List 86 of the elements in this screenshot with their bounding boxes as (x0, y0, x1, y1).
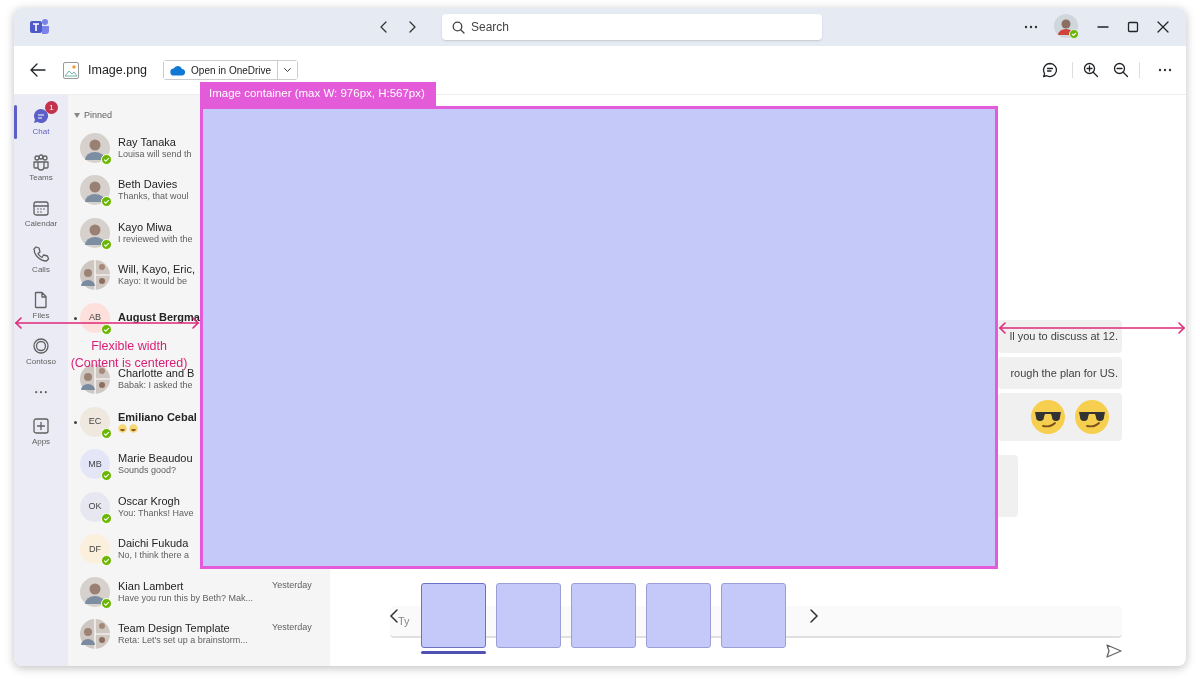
caret-icon[interactable] (74, 113, 80, 119)
zoom-in-icon[interactable] (1083, 62, 1099, 78)
sunglasses-face-icon (1030, 399, 1066, 435)
message-preview: Thanks, that woul (118, 191, 190, 203)
avatar (80, 260, 110, 291)
thumbnail[interactable] (721, 583, 786, 648)
laughing-face-icon (118, 423, 127, 433)
avatar (80, 576, 110, 607)
avatar (80, 175, 110, 206)
message-time: Yesterday (272, 621, 312, 634)
search-field[interactable]: Search (442, 14, 822, 40)
more-icon (35, 390, 47, 394)
maximize-icon[interactable] (1126, 20, 1140, 34)
contact-name: Beth Davies (118, 178, 179, 192)
thumbnail[interactable] (571, 583, 636, 648)
avatar: EC (80, 406, 110, 437)
rail-item[interactable]: Calls (14, 237, 68, 283)
rail-item[interactable]: Chat 1 (14, 99, 68, 145)
close-icon[interactable] (1156, 20, 1170, 34)
chat-icon (32, 106, 50, 125)
message-bubble: rough the plan for US. (998, 356, 1122, 389)
message-preview: Have you run this by Beth? Mak... (118, 592, 255, 604)
laughing-face-icon (129, 423, 138, 433)
file-icon (32, 290, 50, 309)
selection-underline (421, 651, 486, 654)
avatar (80, 132, 110, 163)
rail-item[interactable]: Contoso (14, 329, 68, 375)
rail-item[interactable]: Files (14, 283, 68, 329)
phone-icon (32, 244, 50, 263)
chevron-right-icon (809, 607, 819, 624)
rail-item[interactable]: Teams (14, 145, 68, 191)
message-preview: Reta: Let's set up a brainstorm... (118, 635, 249, 647)
avatar[interactable] (1054, 14, 1080, 40)
contact-name: Emiliano Cebal (118, 410, 198, 424)
message-preview: Babak: I asked the (118, 380, 194, 392)
people-icon (32, 152, 50, 171)
contact-name: Kian Lambert (118, 579, 185, 593)
contact-name: Daichi Fukuda (118, 537, 190, 551)
search-placeholder: Search (471, 19, 510, 36)
back-arrow-icon[interactable] (30, 63, 46, 77)
contact-name: Will, Kayo, Eric, (118, 263, 196, 277)
rail-item[interactable]: Apps (14, 409, 68, 455)
double-arrow-icon (998, 322, 1186, 334)
message-preview: No, I think there a (118, 550, 191, 562)
section-header: Pinned (84, 109, 113, 122)
annotation-text: Flexible width (91, 338, 167, 355)
avatar: MB (80, 449, 110, 480)
message-time: Yesterday (272, 578, 312, 592)
search-icon (452, 20, 465, 34)
unread-badge: 1 (45, 101, 58, 114)
message-preview: Kayo: It would be (118, 276, 189, 288)
avatar: DF (80, 534, 110, 565)
chevron-left-icon (389, 607, 399, 624)
message-preview: I reviewed with the (118, 233, 194, 245)
ring-icon (32, 336, 50, 355)
message-preview: Louisa will send th (118, 148, 193, 160)
message-preview: You: Thanks! Have (118, 507, 195, 519)
send-icon[interactable] (1106, 644, 1122, 658)
calendar-icon (32, 198, 50, 217)
message-bubble: ll you to discuss at 12. (998, 320, 1122, 353)
image-file-icon (63, 61, 79, 79)
avatar (80, 619, 110, 650)
cloud-icon (170, 64, 187, 76)
contact-name: August Bergma (118, 311, 201, 325)
avatar: AB (80, 302, 110, 333)
annotation-text: (Content is centered) (70, 355, 188, 370)
thumbnail[interactable] (496, 583, 561, 648)
file-name: Image.png (88, 61, 148, 79)
contact-name: Kayo Miwa (118, 220, 173, 234)
contact-name: Ray Tanaka (118, 135, 177, 149)
thumbnail[interactable] (421, 583, 486, 648)
contact-name: Oscar Krogh (118, 494, 181, 508)
contact-name: Marie Beaudou (118, 452, 194, 466)
rail-item[interactable]: Calendar (14, 191, 68, 237)
sunglasses-face-icon (1074, 399, 1110, 435)
teams-logo-icon (30, 18, 50, 36)
avatar (80, 217, 110, 248)
zoom-out-icon[interactable] (1113, 62, 1129, 78)
message-preview: Sounds good? (118, 465, 178, 477)
contact-name: Team Design Template (118, 622, 231, 636)
thumbnail[interactable] (646, 583, 711, 648)
add-icon (32, 416, 50, 435)
caret-icon (284, 66, 292, 74)
avatar: OK (80, 491, 110, 522)
annotation-label: Image container (max W: 976px, H:567px) (200, 82, 436, 106)
chat-icon[interactable] (1042, 62, 1058, 78)
